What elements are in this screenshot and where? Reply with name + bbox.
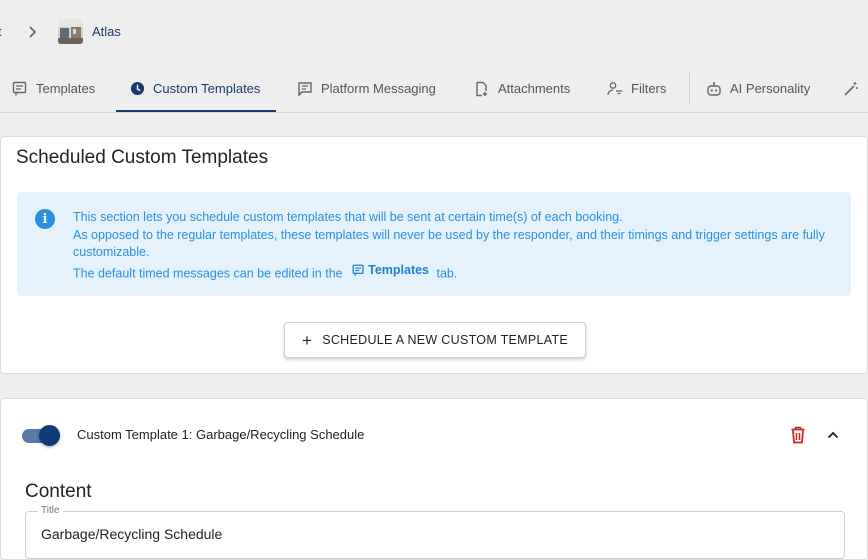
plus-icon: + (301, 330, 313, 350)
attachment-file-icon (474, 81, 490, 97)
tab-filters[interactable]: Filters (607, 66, 666, 111)
info-line-3: The default timed messages can be edited… (73, 262, 843, 283)
custom-template-card: Custom Template 1: Garbage/Recycling Sch… (0, 398, 868, 560)
info-alert: i This section lets you schedule custom … (17, 192, 851, 296)
tab-label: Custom Templates (153, 81, 261, 96)
breadcrumb-previous[interactable]: t (0, 24, 2, 39)
tab-label: Templates (36, 81, 96, 96)
tab-label: Platform Messaging (321, 81, 436, 96)
chevron-up-icon[interactable] (825, 427, 841, 443)
message-icon (297, 81, 313, 97)
tab-custom-templates[interactable]: Custom Templates (115, 66, 277, 112)
template-enabled-toggle[interactable] (22, 425, 60, 446)
tab-bar: Templates Custom Templates Platform Mess… (0, 66, 868, 113)
title-field: Title (25, 505, 845, 559)
templates-tab-link[interactable]: Templates (352, 262, 429, 280)
schedule-new-template-button[interactable]: + SCHEDULE A NEW CUSTOM TEMPLATE (284, 322, 586, 358)
info-icon: i (35, 209, 55, 229)
clock-icon (129, 81, 145, 97)
tab-label: Filters (631, 81, 667, 96)
templates-link-label: Templates (368, 262, 430, 277)
info-text: This section lets you schedule custom te… (73, 209, 843, 282)
tab-label: Attachments (498, 81, 571, 96)
info-line-2: As opposed to the regular templates, the… (73, 227, 825, 260)
info-line-3-post: tab. (436, 265, 458, 280)
title-input[interactable] (41, 526, 821, 542)
tab-label: AI Personality (730, 81, 811, 96)
info-line-1: This section lets you schedule custom te… (73, 210, 623, 224)
tab-divider (689, 72, 690, 104)
tab-platform-messaging[interactable]: Platform Messaging (297, 66, 436, 111)
scheduled-templates-card: Scheduled Custom Templates i This sectio… (0, 136, 868, 374)
magic-wand-icon (843, 81, 859, 97)
person-filter-icon (607, 81, 623, 97)
schedule-button-label: SCHEDULE A NEW CUSTOM TEMPLATE (322, 333, 569, 347)
chevron-right-icon (29, 26, 37, 38)
robot-icon (706, 81, 722, 97)
section-title: Scheduled Custom Templates (16, 147, 269, 168)
content-heading: Content (25, 481, 92, 502)
tab-ai-personality[interactable]: AI Personality (706, 66, 810, 111)
title-field-label: Title (38, 505, 63, 516)
tab-more[interactable] (843, 66, 867, 111)
breadcrumb-current[interactable]: Atlas (92, 24, 121, 39)
chat-template-icon (12, 81, 28, 97)
breadcrumb: t Atlas (0, 0, 868, 62)
tab-attachments[interactable]: Attachments (474, 66, 570, 111)
property-thumbnail[interactable] (58, 19, 83, 44)
tab-templates[interactable]: Templates (12, 66, 95, 111)
info-line-3-pre: The default timed messages can be edited… (73, 265, 343, 280)
chat-template-icon (352, 264, 364, 276)
toggle-thumb (39, 425, 60, 446)
trash-icon[interactable] (789, 425, 807, 445)
custom-template-header[interactable]: Custom Template 1: Garbage/Recycling Sch… (77, 427, 364, 442)
